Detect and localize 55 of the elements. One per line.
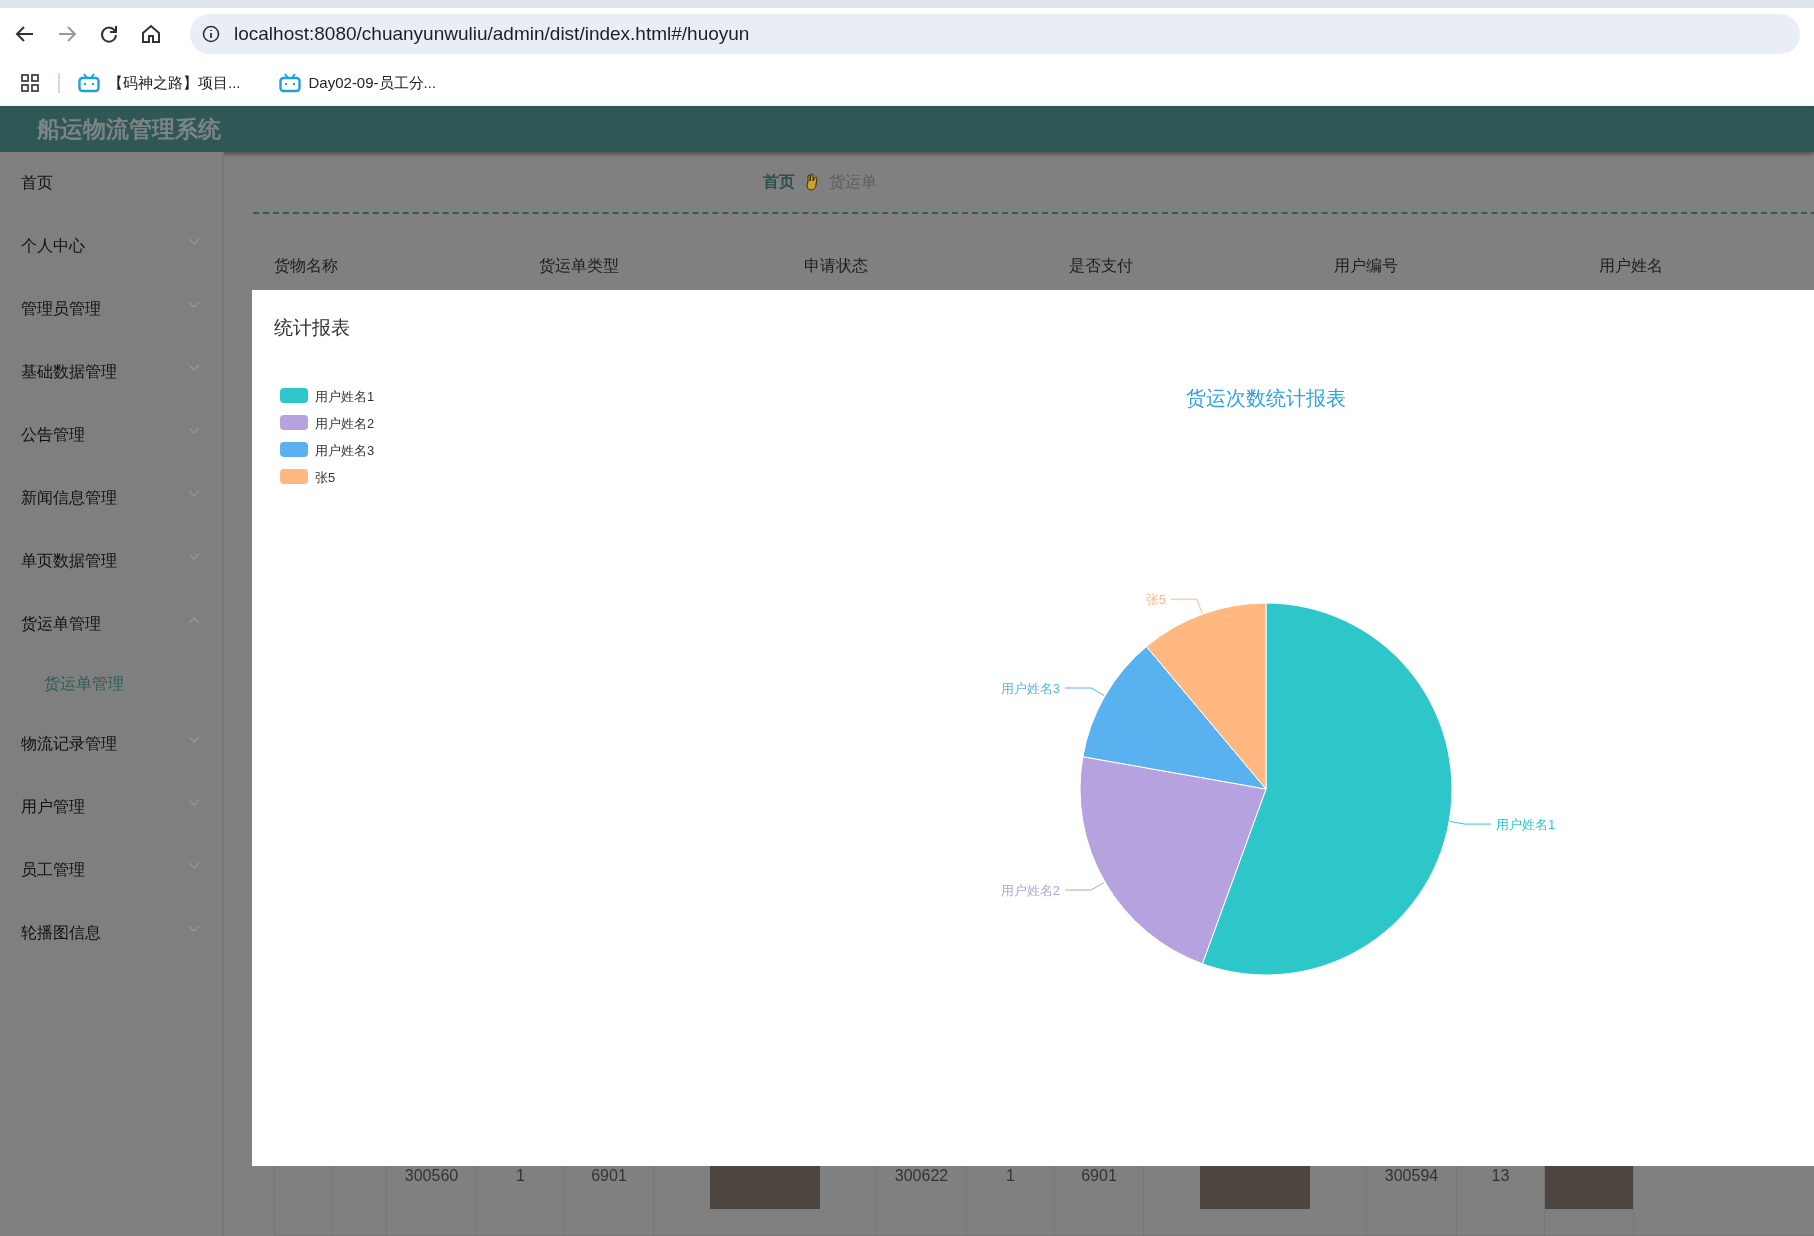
chevron-down-icon bbox=[188, 861, 200, 870]
chevron-down-icon bbox=[188, 924, 200, 933]
tv-icon bbox=[278, 73, 301, 93]
sidebar-item[interactable]: 基础数据管理 bbox=[0, 341, 222, 404]
apps-grid-icon[interactable] bbox=[20, 73, 40, 93]
column-header: 申请状态 bbox=[803, 256, 869, 276]
sidebar-item[interactable]: 公告管理 bbox=[0, 404, 222, 467]
sidebar-item[interactable]: 员工管理 bbox=[0, 839, 222, 902]
app-title: 船运物流管理系统 bbox=[37, 114, 221, 144]
slice-label: 张5 bbox=[1145, 592, 1166, 608]
sidebar-item[interactable]: 用户管理 bbox=[0, 776, 222, 839]
chevron-down-icon bbox=[188, 735, 200, 744]
leader-line bbox=[1064, 687, 1105, 696]
chevron-down-icon bbox=[188, 300, 200, 309]
column-header: 用户编号 bbox=[1333, 256, 1399, 276]
leader-line bbox=[1170, 598, 1203, 614]
hand-icon bbox=[805, 173, 819, 191]
leader-line bbox=[1449, 820, 1492, 825]
tv-icon bbox=[78, 73, 100, 93]
info-icon[interactable] bbox=[202, 25, 220, 43]
slice-label: 用户姓名3 bbox=[1000, 681, 1061, 696]
sidebar-item[interactable]: 货运单管理 bbox=[0, 593, 222, 656]
bookmark[interactable]: 【码神之路】项目... bbox=[78, 73, 241, 93]
address-bar[interactable]: localhost:8080/chuanyunwuliu/admin/dist/index.html#/huoyun bbox=[190, 14, 1800, 54]
chevron-down-icon bbox=[188, 237, 200, 246]
chevron-down-icon bbox=[188, 552, 200, 561]
column-header: 货运单类型 bbox=[538, 256, 620, 276]
column-header: 是否支付 bbox=[1068, 256, 1134, 276]
chevron-down-icon bbox=[188, 426, 200, 435]
reload-icon[interactable] bbox=[98, 23, 120, 45]
home-icon[interactable] bbox=[140, 23, 162, 45]
chevron-down-icon bbox=[188, 363, 200, 372]
sidebar-item[interactable]: 首页 bbox=[0, 152, 222, 215]
legend-label[interactable]: 用户姓名1 bbox=[315, 389, 375, 404]
sidebar-item[interactable]: 物流记录管理 bbox=[0, 713, 222, 776]
sidebar-item[interactable]: 个人中心 bbox=[0, 215, 222, 278]
slice-label: 用户姓名1 bbox=[1495, 817, 1556, 833]
chevron-down-icon bbox=[188, 489, 200, 498]
column-header: 货物名称 bbox=[273, 256, 339, 276]
chevron-down-icon bbox=[188, 798, 200, 807]
chevron-up-icon bbox=[188, 615, 200, 624]
dialog-title: 统计报表 bbox=[274, 317, 350, 338]
sidebar-item[interactable]: 单页数据管理 bbox=[0, 530, 222, 593]
column-header: 用户姓名 bbox=[1598, 256, 1664, 276]
leader-line bbox=[1064, 882, 1105, 891]
legend-label[interactable]: 张5 bbox=[315, 470, 336, 485]
chart-title: 货运次数统计报表 bbox=[1186, 387, 1346, 409]
url-text: localhost:8080/chuanyunwuliu/admin/dist/index.html#/huoyun bbox=[234, 23, 750, 45]
sidebar-item[interactable]: 轮播图信息 bbox=[0, 902, 222, 965]
slice-label: 用户姓名2 bbox=[1000, 883, 1061, 898]
legend-label[interactable]: 用户姓名2 bbox=[315, 416, 375, 431]
bookmark[interactable]: Day02-09-员工分... bbox=[278, 73, 437, 93]
sidebar-item[interactable]: 新闻信息管理 bbox=[0, 467, 222, 530]
sidebar-item[interactable]: 管理员管理 bbox=[0, 278, 222, 341]
legend-label[interactable]: 用户姓名3 bbox=[315, 443, 375, 458]
